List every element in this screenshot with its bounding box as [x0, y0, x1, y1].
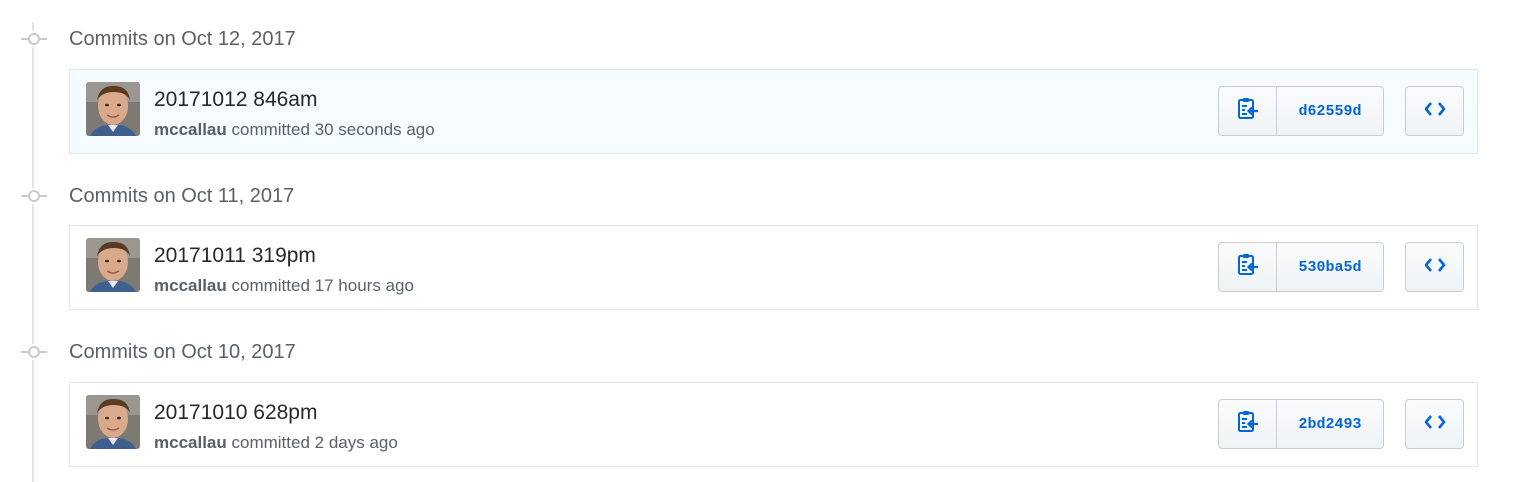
commit-group-title: Commits on Oct 12, 2017: [69, 28, 296, 50]
commit-sha-link[interactable]: 2bd2493: [1277, 400, 1383, 448]
commit-author-link[interactable]: mccallau: [154, 433, 227, 452]
commit-sha-button-group: d62559d: [1218, 86, 1384, 136]
commit-item: 20171011 319pm mccallau committed 17 hou…: [69, 225, 1478, 310]
code-icon: [1424, 413, 1446, 436]
git-commit-icon: [21, 31, 47, 47]
commit-group-title: Commits on Oct 11, 2017: [69, 185, 295, 207]
clippy-icon: [1237, 410, 1259, 439]
git-commit-icon: [21, 188, 47, 204]
commit-relative-time: 17 hours ago: [314, 276, 414, 295]
commit-meta: mccallau committed 2 days ago: [154, 433, 398, 453]
avatar[interactable]: [86, 395, 140, 449]
copy-sha-button[interactable]: [1219, 87, 1277, 135]
avatar[interactable]: [86, 238, 140, 292]
commit-action: committed: [231, 433, 310, 452]
commit-sha-button-group: 530ba5d: [1218, 242, 1384, 292]
commit-author-link[interactable]: mccallau: [154, 120, 227, 139]
git-commit-icon: [21, 344, 47, 360]
commit-sha-link[interactable]: d62559d: [1277, 87, 1383, 135]
commit-item: 20171012 846am mccallau committed 30 sec…: [69, 69, 1478, 154]
commit-message-link[interactable]: 20171012 846am: [154, 87, 317, 113]
code-icon: [1424, 256, 1446, 279]
clippy-icon: [1237, 97, 1259, 126]
commit-group-header: Commits on Oct 12, 2017: [0, 25, 1500, 53]
commit-meta: mccallau committed 17 hours ago: [154, 276, 414, 296]
commit-relative-time: 2 days ago: [314, 433, 398, 452]
copy-sha-button[interactable]: [1219, 400, 1277, 448]
avatar[interactable]: [86, 82, 140, 136]
commit-message-link[interactable]: 20171010 628pm: [154, 400, 317, 426]
commit-relative-time: 30 seconds ago: [314, 120, 435, 139]
timeline-line: [32, 22, 34, 482]
commit-sha-button-group: 2bd2493: [1218, 399, 1384, 449]
commit-group-header: Commits on Oct 11, 2017: [0, 182, 1500, 210]
commit-action: committed: [231, 276, 310, 295]
clippy-icon: [1237, 253, 1259, 282]
commit-sha-link[interactable]: 530ba5d: [1277, 243, 1383, 291]
browse-repository-button[interactable]: [1405, 86, 1464, 136]
code-icon: [1424, 100, 1446, 123]
copy-sha-button[interactable]: [1219, 243, 1277, 291]
commit-message-link[interactable]: 20171011 319pm: [154, 243, 316, 269]
browse-repository-button[interactable]: [1405, 242, 1464, 292]
commit-author-link[interactable]: mccallau: [154, 276, 227, 295]
commit-group-title: Commits on Oct 10, 2017: [69, 341, 296, 363]
commit-action: committed: [231, 120, 310, 139]
commit-item: 20171010 628pm mccallau committed 2 days…: [69, 382, 1478, 467]
commits-timeline: Commits on Oct 12, 2017 20171012 846am m…: [0, 0, 1532, 482]
commit-group-header: Commits on Oct 10, 2017: [0, 338, 1500, 366]
commit-meta: mccallau committed 30 seconds ago: [154, 120, 435, 140]
browse-repository-button[interactable]: [1405, 399, 1464, 449]
